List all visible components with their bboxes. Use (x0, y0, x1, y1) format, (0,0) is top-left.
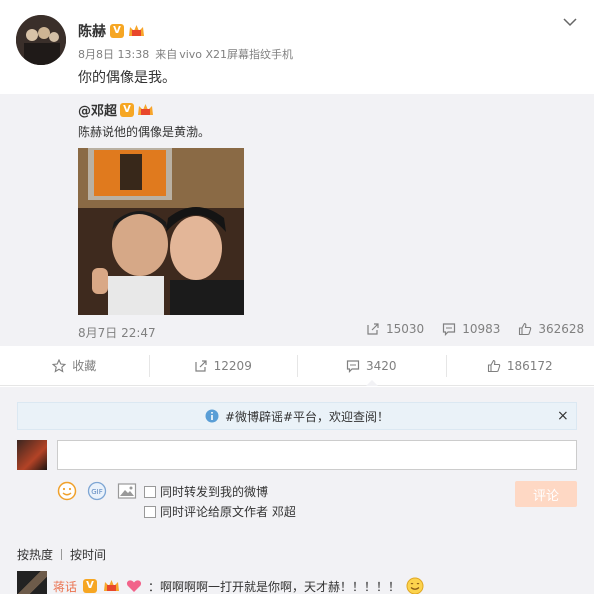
comment-count: 3420 (365, 358, 397, 373)
repost-repost-value: 15030 (386, 322, 425, 336)
repost-checkbox[interactable] (144, 486, 156, 498)
repost-option-label: 同时转发到我的微博 (160, 485, 269, 499)
favorite-label: 收藏 (72, 359, 97, 373)
comment-icon (346, 359, 360, 373)
thumbs-up-icon (487, 359, 501, 372)
favorite-button[interactable]: 收藏 (0, 346, 149, 385)
commenter-name[interactable]: 蒋话 (53, 578, 77, 594)
repost-author[interactable]: @邓超 (78, 100, 117, 119)
rumor-notice-banner[interactable]: #微博辟谣#平台，欢迎查阅！ (17, 402, 577, 430)
repost-like-count[interactable]: 362628 (518, 322, 584, 336)
author-name[interactable]: 陈赫 (78, 21, 106, 41)
vip-crown-icon (128, 24, 145, 38)
verified-v-icon: V (110, 24, 124, 38)
repost-text: 陈赫说他的偶像是黄渤。 (78, 125, 211, 139)
post-meta: 8月8日 13:38 来自 vivo X21屏幕指纹手机 (78, 46, 293, 62)
avatar-photo (16, 15, 66, 65)
share-icon (367, 323, 379, 335)
repost-author-row: @邓超 V (78, 100, 154, 119)
repost-button[interactable]: 12209 (148, 346, 298, 385)
emoji-icon[interactable] (57, 481, 77, 501)
svg-text:GIF: GIF (91, 488, 103, 496)
sort-by-hot[interactable]: 按热度 (17, 546, 53, 563)
notice-text: #微博辟谣#平台，欢迎查阅！ (224, 409, 390, 424)
post-text: 你的偶像是我。 (78, 70, 176, 86)
chevron-down-icon[interactable] (562, 16, 578, 28)
action-bar: 收藏 12209 3420 186172 (0, 346, 594, 386)
close-icon[interactable]: × (557, 408, 569, 424)
thumbs-up-icon (519, 322, 532, 336)
author-avatar[interactable] (16, 15, 66, 65)
author-name-row: 陈赫 V (78, 21, 145, 41)
current-user-avatar[interactable] (17, 440, 47, 470)
comment-origin-checkbox[interactable] (144, 506, 156, 518)
commenter-avatar[interactable] (17, 571, 47, 594)
repost-count: 12209 (213, 358, 252, 373)
vip-crown-icon (103, 579, 120, 593)
comment-item: 蒋话 V ：啊啊啊啊一打开就是你啊，天才赫！！！！！ (17, 571, 424, 594)
comment-button[interactable]: 3420 (297, 346, 446, 386)
repost-comment-count[interactable]: 10983 (442, 322, 500, 336)
repost-comment-value: 10983 (462, 322, 501, 336)
like-count: 186172 (506, 358, 553, 373)
share-icon (195, 359, 207, 372)
gif-icon[interactable]: GIF (87, 481, 107, 501)
verified-v-icon: V (83, 579, 98, 593)
smile-emoji-icon (406, 577, 424, 594)
repost-to-my-weibo-option[interactable]: 同时转发到我的微博 (144, 482, 296, 502)
repost-stats: 15030 10983 362628 (366, 322, 584, 336)
star-icon (52, 358, 67, 373)
comment-input[interactable] (57, 440, 577, 470)
submit-comment-button[interactable]: 评论 (515, 481, 577, 507)
repost-date[interactable]: 8月7日 22:47 (78, 324, 156, 341)
comment-options: 同时转发到我的微博 同时评论给原文作者 邓超 (144, 482, 296, 522)
comment-to-origin-option[interactable]: 同时评论给原文作者 邓超 (144, 502, 296, 522)
like-button[interactable]: 186172 (445, 346, 594, 385)
comment-sort-row: 按热度 按时间 (17, 546, 106, 563)
post-date[interactable]: 8月8日 13:38 (78, 46, 149, 62)
image-icon[interactable] (117, 481, 137, 501)
comment-icon (443, 323, 456, 336)
repost-repost-count[interactable]: 15030 (366, 322, 424, 336)
sort-divider (61, 549, 63, 560)
comment-origin-label: 同时评论给原文作者 邓超 (160, 505, 296, 519)
repost-like-value: 362628 (538, 322, 585, 336)
comment-tools: GIF (57, 481, 137, 501)
comment-text: ：啊啊啊啊一打开就是你啊，天才赫！！！！！ (148, 579, 401, 594)
vip-crown-icon (137, 103, 154, 117)
post-source[interactable]: vivo X21屏幕指纹手机 (179, 46, 293, 62)
info-icon (205, 409, 219, 423)
verified-v-icon: V (120, 102, 135, 117)
sort-by-time[interactable]: 按时间 (70, 546, 106, 563)
source-prefix: 来自 (155, 48, 178, 61)
repost-photo[interactable] (78, 148, 244, 315)
heart-icon (126, 580, 142, 592)
